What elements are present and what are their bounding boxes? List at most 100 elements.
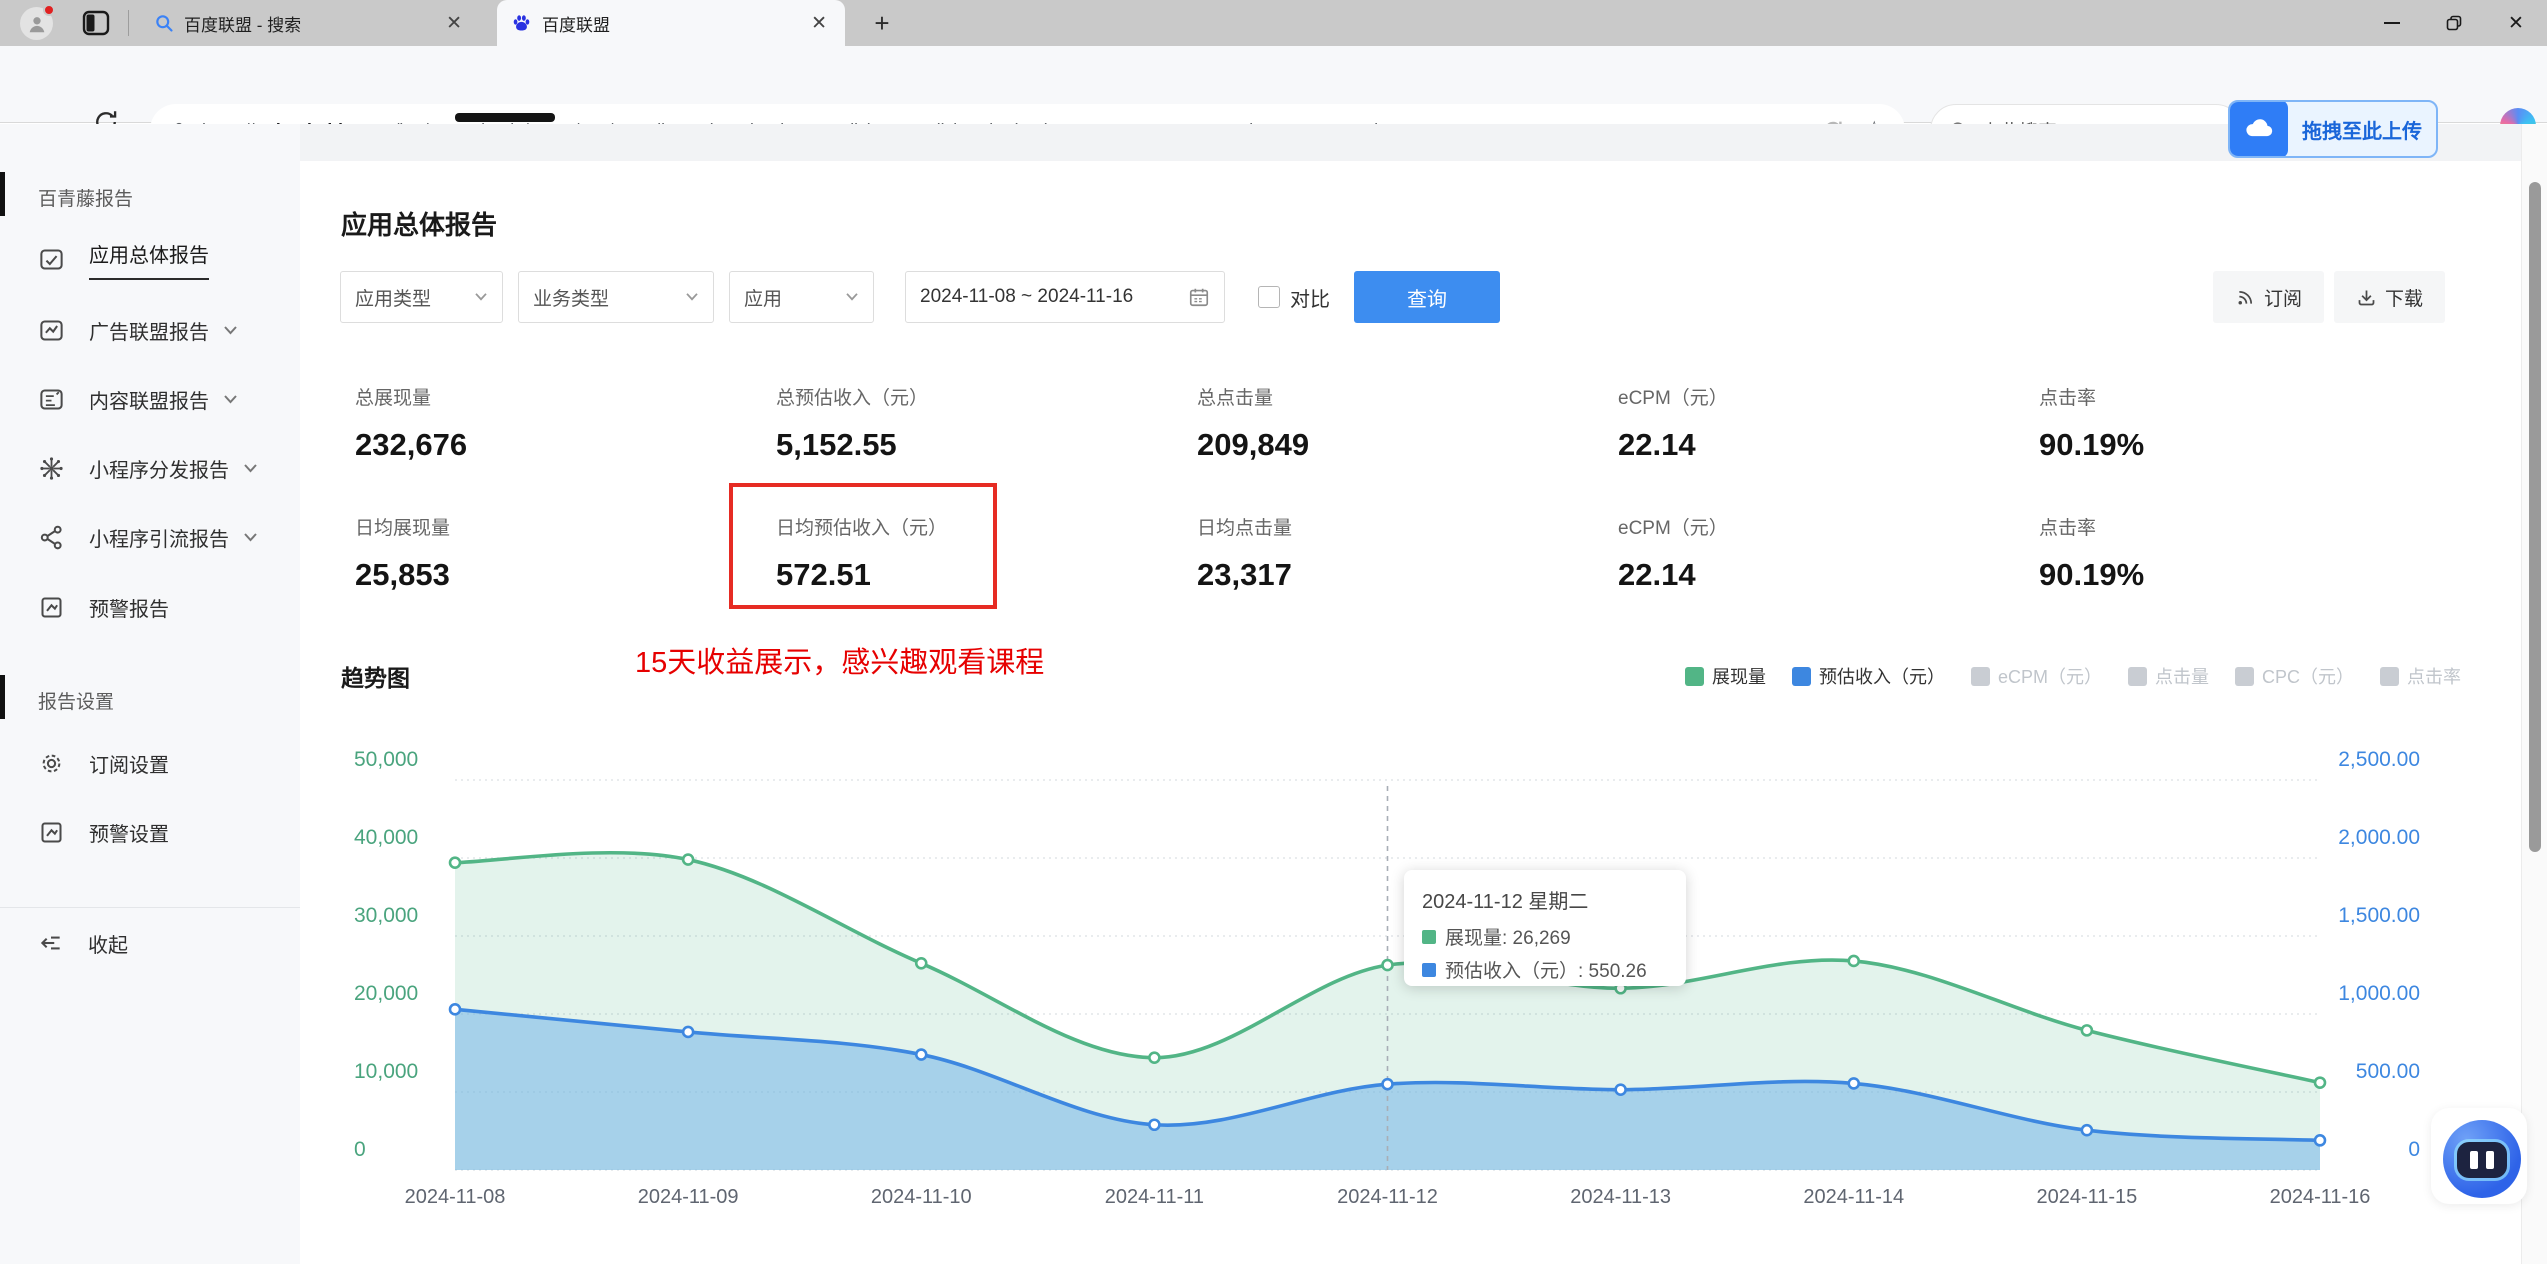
y-axis-label-right: 2,000.00 <box>2338 826 2420 849</box>
alert-settings-icon <box>41 821 62 843</box>
new-tab-button[interactable]: + <box>866 8 898 39</box>
tab-bar: 百度联盟 - 搜索 ✕ 百度联盟 ✕ + ✕ <box>0 0 2547 46</box>
robot-eye <box>2486 1151 2494 1169</box>
share-icon <box>40 525 62 549</box>
sidebar-item-miniapp-distribution-report[interactable]: 小程序分发报告 <box>38 451 288 485</box>
data-point[interactable] <box>681 1025 695 1039</box>
data-point[interactable] <box>681 853 695 866</box>
calendar-icon <box>1189 288 1209 307</box>
chevron-down-icon <box>244 463 257 472</box>
sidebar-section-header: 百青藤报告 <box>38 189 134 210</box>
data-point[interactable] <box>914 957 928 970</box>
y-axis-label-left: 50,000 <box>354 748 418 771</box>
legend-item-cpc[interactable]: CPC（元） <box>2234 663 2354 689</box>
stat-ecpm: eCPM（元） 22.14 <box>1618 388 1728 462</box>
stat-daily-clicks: 日均点击量 23,317 <box>1197 518 1293 592</box>
assistant-robot-button[interactable] <box>2431 1108 2527 1204</box>
data-point[interactable] <box>914 1048 928 1061</box>
download-button[interactable]: 下载 <box>2334 271 2446 323</box>
app-type-select[interactable]: 应用类型 <box>340 271 503 323</box>
data-point[interactable] <box>448 1003 462 1016</box>
profile-avatar[interactable] <box>20 4 55 40</box>
data-point[interactable] <box>1381 1077 1394 1091</box>
netdisk-cloud-icon <box>2230 102 2288 156</box>
sidebar-item-miniapp-traffic-report[interactable]: 小程序引流报告 <box>38 520 288 554</box>
report-actions: 订阅 下载 <box>2203 271 2446 323</box>
stats-row-total: 总展现量 232,676 总预估收入（元） 5,152.55 总点击量 209,849… <box>355 383 2460 463</box>
sidebar-item-alert-settings[interactable]: 预警设置 <box>38 815 288 849</box>
data-point[interactable] <box>2080 1123 2094 1137</box>
legend-item-clicks[interactable]: 点击量 <box>2127 663 2209 689</box>
tab-close-icon[interactable]: ✕ <box>807 12 831 35</box>
checkbox-box[interactable] <box>1258 286 1280 308</box>
netdisk-label: 拖拽至此上传 <box>2302 120 2422 143</box>
app-select[interactable]: 应用 <box>729 271 874 323</box>
x-axis-label: 2024-11-08 <box>405 1186 506 1208</box>
data-point[interactable] <box>2080 1024 2094 1037</box>
chart-title: 趋势图 <box>341 665 410 691</box>
sidebar-item-alert-report[interactable]: 预警报告 <box>38 590 288 624</box>
subscribe-button[interactable]: 订阅 <box>2213 271 2325 323</box>
legend-item-impressions[interactable]: 展现量 <box>1684 663 1766 689</box>
tooltip-row-impressions: 展现量: 26,269 <box>1422 923 1668 950</box>
tab-close-icon[interactable]: ✕ <box>442 12 466 35</box>
x-axis-label: 2024-11-14 <box>1803 1186 1904 1208</box>
sidebar-item-subscription-settings[interactable]: 订阅设置 <box>38 746 288 780</box>
legend-item-income[interactable]: 预估收入（元） <box>1791 663 1945 689</box>
sidebar-item-content-union-report[interactable]: 内容联盟报告 <box>38 382 288 416</box>
data-point[interactable] <box>2313 1076 2327 1089</box>
date-range-input[interactable]: 2024-11-08 ~ 2024-11-16 <box>905 271 1225 323</box>
restore-icon <box>2446 15 2462 31</box>
chevron-down-icon <box>475 293 487 301</box>
series-swatch <box>1422 962 1436 977</box>
data-point[interactable] <box>1381 958 1394 972</box>
notification-dot <box>43 4 55 16</box>
y-axis-label-right: 2,500.00 <box>2338 748 2420 771</box>
data-point[interactable] <box>1148 1118 1161 1132</box>
legend-item-ecpm[interactable]: eCPM（元） <box>1970 663 2102 689</box>
window-controls: ✕ <box>2361 0 2547 46</box>
legend-item-ctr[interactable]: 点击率 <box>2380 663 2461 689</box>
tab-baidu-union[interactable]: 百度联盟 ✕ <box>497 0 845 46</box>
close-button[interactable]: ✕ <box>2485 0 2547 46</box>
stats-row-daily: 日均展现量 25,853 日均预估收入（元） 572.51 日均点击量 23,317 … <box>355 513 2460 593</box>
compare-checkbox[interactable]: 对比 <box>1248 283 1330 312</box>
x-axis-label: 2024-11-11 <box>1105 1186 1204 1208</box>
sidebar-item-app-overall-report[interactable]: 应用总体报告 <box>38 242 288 280</box>
restore-button[interactable] <box>2423 0 2485 46</box>
tab-baidu-search[interactable]: 百度联盟 - 搜索 ✕ <box>140 0 480 46</box>
x-axis-label: 2024-11-10 <box>871 1186 972 1208</box>
netdisk-upload-button[interactable]: 拖拽至此上传 <box>2228 100 2438 158</box>
stats-panel: 总展现量 232,676 总预估收入（元） 5,152.55 总点击量 209,849… <box>355 383 2460 609</box>
data-point[interactable] <box>1847 954 1861 968</box>
data-point[interactable] <box>2313 1134 2327 1147</box>
tooltip-row-income: 预估收入（元）: 550.26 <box>1422 956 1668 983</box>
legend-swatch <box>1684 666 1704 686</box>
workspaces-icon[interactable] <box>82 10 110 36</box>
data-point[interactable] <box>448 856 462 869</box>
data-point[interactable] <box>1847 1077 1861 1090</box>
sidebar-collapse-button[interactable]: 收起 <box>38 926 288 960</box>
tab-separator <box>128 10 129 36</box>
trend-chart[interactable]: 0 0 10,000 500.00 20,000 1,000.00 30,000 1,500.… <box>340 731 2460 1221</box>
biz-type-select[interactable]: 业务类型 <box>518 271 714 323</box>
sidebar-item-ad-union-report[interactable]: 广告联盟报告 <box>38 313 288 347</box>
chart-header: 趋势图 展现量 预估收入（元） eCPM（元） 点击量 CPC（元） 点击率 <box>341 659 2461 693</box>
page-scrollbar[interactable] <box>2521 124 2547 1264</box>
x-axis-label: 2024-11-16 <box>2270 1186 2371 1208</box>
chart-tooltip: 2024-11-12 星期二 展现量: 26,269 预估收入（元）: 550.… <box>1404 870 1686 986</box>
scrollbar-thumb[interactable] <box>2529 182 2541 852</box>
sidebar-divider <box>0 907 300 908</box>
collapse-icon <box>40 936 60 950</box>
legend-swatch <box>1970 666 1990 686</box>
data-point[interactable] <box>1148 1051 1161 1064</box>
rss-icon <box>2238 290 2253 304</box>
data-point[interactable] <box>1614 1083 1627 1096</box>
query-button[interactable]: 查询 <box>1354 271 1500 323</box>
alert-report-icon <box>41 596 62 618</box>
person-icon <box>29 16 44 32</box>
minimize-button[interactable] <box>2361 0 2423 46</box>
x-axis-label: 2024-11-13 <box>1570 1186 1671 1208</box>
report-icon <box>40 248 63 270</box>
y-axis-label-right: 1,000.00 <box>2338 982 2420 1005</box>
